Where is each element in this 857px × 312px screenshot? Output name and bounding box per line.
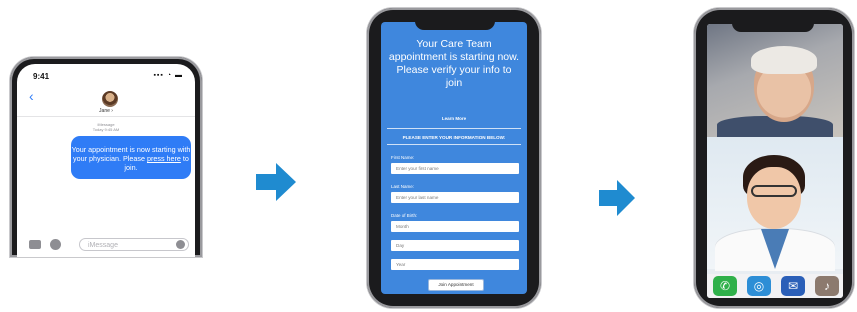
arrow-right-icon	[599, 180, 635, 216]
form-title: Your Care Team appointment is starting n…	[388, 38, 520, 89]
divider	[387, 144, 521, 145]
audio-icon[interactable]	[176, 240, 185, 249]
phone-icon[interactable]: ✆	[713, 276, 737, 296]
app-store-icon[interactable]	[50, 239, 61, 250]
arrow-right-icon	[256, 163, 296, 201]
video-call-screen: ✆ ◎ ✉ ♪	[707, 24, 843, 298]
phone-messages: 9:41 ▪▪▪ ◔ ▬ ‹ Jane › iMessage Today 9:4…	[10, 57, 202, 257]
first-name-label: First Name:	[391, 155, 415, 160]
day-field[interactable]: Day	[391, 240, 519, 251]
status-icons: ▪▪▪ ◔ ▬	[153, 72, 183, 79]
physician-video	[707, 137, 843, 271]
verification-screen: Your Care Team appointment is starting n…	[381, 22, 527, 294]
form-instruction: PLEASE ENTER YOUR INFORMATION BELOW:	[402, 135, 506, 140]
messages-screen: 9:41 ▪▪▪ ◔ ▬ ‹ Jane › iMessage Today 9:4…	[17, 64, 195, 257]
phone-verification: Your Care Team appointment is starting n…	[367, 8, 541, 308]
status-time: 9:41	[33, 72, 50, 81]
phone-notch	[732, 16, 814, 32]
patient-video	[707, 24, 843, 138]
first-name-field[interactable]: Enter your first name	[391, 163, 519, 174]
last-name-field[interactable]: Enter your last name	[391, 192, 519, 203]
message-input[interactable]: iMessage	[79, 238, 189, 251]
globe-icon[interactable]: ◎	[747, 276, 771, 296]
mail-icon[interactable]: ✉	[781, 276, 805, 296]
divider	[387, 128, 521, 129]
year-field[interactable]: Year	[391, 259, 519, 270]
phone-video-call: ✆ ◎ ✉ ♪	[694, 8, 854, 308]
physician-face	[747, 167, 801, 229]
phone-notch	[415, 16, 495, 30]
microphone-icon[interactable]: ♪	[815, 276, 839, 296]
header-divider	[17, 116, 195, 117]
month-field[interactable]: Month	[391, 221, 519, 232]
message-bubble: Your appointment is now starting with yo…	[71, 136, 191, 179]
contact-name[interactable]: Jane ›	[17, 108, 195, 114]
back-chevron-icon[interactable]: ‹	[29, 88, 34, 104]
contact-avatar[interactable]	[102, 91, 118, 107]
last-name-label: Last Name:	[391, 184, 415, 189]
message-timestamp: iMessage Today 9:45 AM	[17, 122, 195, 132]
meta-time: Today 9:45 AM	[92, 127, 120, 132]
patient-hair	[751, 46, 817, 74]
press-here-link[interactable]: press here	[147, 154, 181, 163]
physician-glasses	[751, 185, 797, 197]
join-appointment-button[interactable]: Join Appointment	[428, 279, 484, 291]
dob-label: Date of Birth:	[391, 213, 418, 218]
camera-icon[interactable]	[29, 240, 41, 249]
learn-more-link[interactable]: Learn More	[381, 116, 527, 121]
